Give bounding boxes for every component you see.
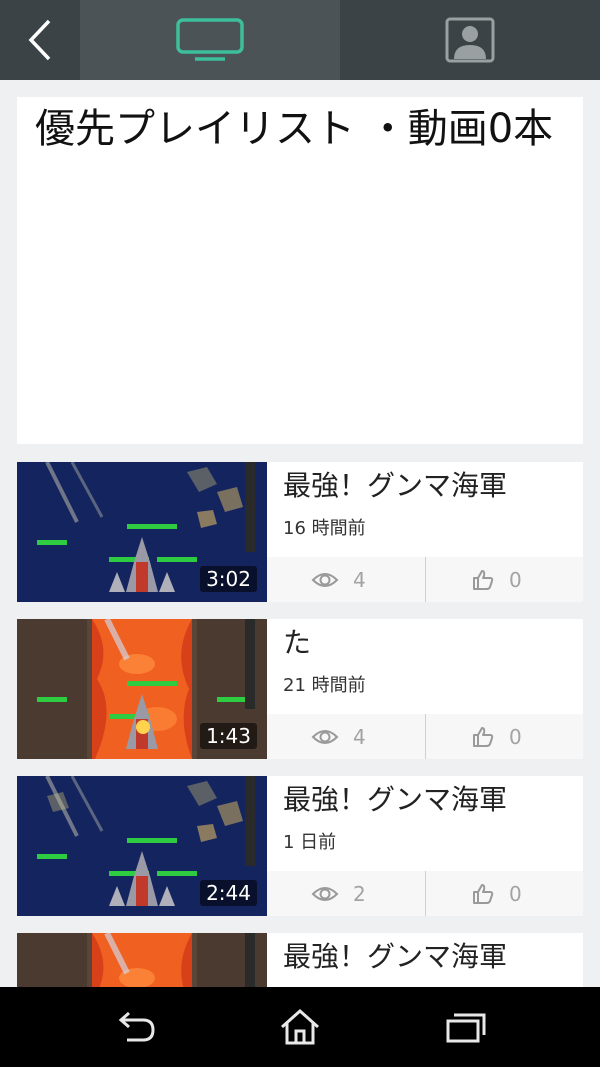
- video-info[interactable]: た 21 時間前: [267, 619, 583, 714]
- video-posted-time: 1 日前: [283, 832, 337, 853]
- thumbs-up-icon: [473, 726, 494, 747]
- chevron-left-icon: [28, 19, 51, 61]
- view-count-value: 4: [353, 724, 366, 749]
- eye-icon: [311, 729, 339, 744]
- video-item[interactable]: 3:02 最強！グンマ海軍 16 時間前 4 0: [17, 462, 583, 602]
- like-button[interactable]: 0: [471, 871, 522, 916]
- back-button[interactable]: [0, 0, 80, 80]
- top-bar: [0, 0, 600, 80]
- video-thumbnail[interactable]: 2:44: [17, 776, 267, 916]
- thumbs-up-icon: [473, 883, 494, 904]
- home-icon: [281, 1008, 319, 1045]
- thumbs-up-icon: [473, 569, 494, 590]
- tv-icon: [176, 18, 244, 61]
- video-posted-time: 21 時間前: [283, 675, 366, 696]
- eye-icon: [311, 572, 339, 587]
- system-nav-bar: [0, 987, 600, 1067]
- playlist-title: 優先プレイリスト ・動画0本: [35, 106, 554, 152]
- stats-divider: [425, 557, 426, 602]
- video-info[interactable]: 最強！グンマ海軍 1 日前: [267, 776, 583, 871]
- stats-divider: [425, 871, 426, 916]
- video-info[interactable]: 最強！グンマ海軍 16 時間前: [267, 462, 583, 557]
- video-stats: 40: [267, 714, 583, 759]
- recent-apps-icon: [446, 1013, 486, 1043]
- video-posted-time: 16 時間前: [283, 518, 366, 539]
- video-title: 最強！グンマ海軍: [283, 783, 508, 816]
- tab-tv[interactable]: [80, 0, 340, 80]
- nav-back-button[interactable]: [95, 987, 175, 1067]
- view-count: 4: [311, 714, 366, 759]
- like-button[interactable]: 0: [471, 714, 522, 759]
- video-duration: 3:02: [200, 566, 257, 592]
- stats-divider: [425, 714, 426, 759]
- video-thumbnail[interactable]: 1:43: [17, 619, 267, 759]
- video-item[interactable]: 2:44 最強！グンマ海軍 1 日前 2 0: [17, 776, 583, 916]
- like-count-value: 0: [509, 724, 522, 749]
- video-title: 最強！グンマ海軍: [283, 469, 508, 502]
- video-item[interactable]: 1:43 た 21 時間前 4 0: [17, 619, 583, 759]
- back-arrow-icon: [118, 1011, 155, 1042]
- like-count-value: 0: [509, 881, 522, 906]
- nav-home-button[interactable]: [260, 987, 340, 1067]
- video-stats: 20: [267, 871, 583, 916]
- video-title: た: [283, 626, 312, 659]
- video-duration: 1:43: [200, 723, 257, 749]
- tab-profile[interactable]: [340, 0, 600, 80]
- video-thumbnail[interactable]: 3:02: [17, 462, 267, 602]
- playlist-card[interactable]: 優先プレイリスト ・動画0本: [17, 97, 583, 444]
- view-count: 4: [311, 557, 366, 602]
- user-profile-icon: [445, 17, 495, 63]
- nav-recents-button[interactable]: [426, 987, 506, 1067]
- view-count-value: 2: [353, 881, 366, 906]
- view-count: 2: [311, 871, 366, 916]
- eye-icon: [311, 886, 339, 901]
- like-button[interactable]: 0: [471, 557, 522, 602]
- view-count-value: 4: [353, 567, 366, 592]
- video-stats: 40: [267, 557, 583, 602]
- video-duration: 2:44: [200, 880, 257, 906]
- like-count-value: 0: [509, 567, 522, 592]
- video-title: 最強！グンマ海軍: [283, 940, 508, 973]
